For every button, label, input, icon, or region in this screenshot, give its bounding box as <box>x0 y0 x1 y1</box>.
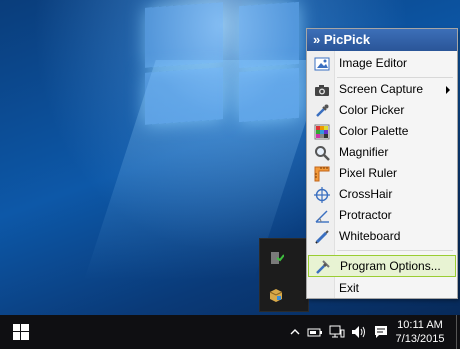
menu-item-pixel-ruler[interactable]: Pixel Ruler <box>308 163 456 184</box>
ruler-icon <box>314 166 330 182</box>
windows-logo-icon <box>13 324 29 340</box>
wrench-icon <box>316 260 330 274</box>
wallpaper-window-pane <box>145 67 223 125</box>
menu-item-label: Exit <box>339 281 360 295</box>
camera-icon <box>315 85 329 96</box>
picpick-context-menu: » PicPick Image Editor Screen Capture Co… <box>306 28 458 299</box>
magnifier-icon <box>315 146 330 161</box>
network-icon[interactable] <box>329 324 345 340</box>
menu-item-protractor[interactable]: Protractor <box>308 205 456 226</box>
menu-item-label: Program Options... <box>340 259 441 273</box>
volume-icon[interactable] <box>351 324 367 340</box>
menu-item-crosshair[interactable]: CrossHair <box>308 184 456 205</box>
menu-item-label: Whiteboard <box>339 229 401 243</box>
palette-icon <box>314 124 330 140</box>
menu-item-color-picker[interactable]: Color Picker <box>308 100 456 121</box>
chevron-up-icon[interactable] <box>287 324 303 340</box>
start-button[interactable] <box>0 315 42 349</box>
security-shield-icon[interactable] <box>268 251 284 267</box>
menu-item-image-editor[interactable]: Image Editor <box>308 53 456 74</box>
taskbar: 10:11 AM 7/13/2015 <box>0 315 460 349</box>
clock-time: 10:11 AM <box>397 319 443 331</box>
menu-item-label: Pixel Ruler <box>339 166 398 180</box>
clock-date: 7/13/2015 <box>395 333 445 345</box>
eyedropper-icon <box>316 104 329 117</box>
menu-item-label: Screen Capture <box>339 82 424 96</box>
tray-overflow-flyout <box>259 238 309 312</box>
whiteboard-pen-icon <box>315 230 329 244</box>
menu-title: » PicPick <box>307 29 457 51</box>
menu-item-label: Color Picker <box>339 103 405 117</box>
wallpaper-window-pane <box>239 1 299 69</box>
menu-item-program-options[interactable]: Program Options... <box>308 255 456 277</box>
menu-separator <box>337 250 453 251</box>
menu-item-exit[interactable]: Exit <box>308 278 456 299</box>
show-desktop-button[interactable] <box>456 315 460 349</box>
protractor-icon <box>315 210 329 223</box>
menu-separator <box>337 77 453 78</box>
menu-item-label: Color Palette <box>339 124 409 138</box>
menu-item-screen-capture[interactable]: Screen Capture <box>308 79 456 100</box>
menu-item-whiteboard[interactable]: Whiteboard <box>308 226 456 247</box>
submenu-arrow-icon <box>446 86 450 94</box>
menu-item-magnifier[interactable]: Magnifier <box>308 142 456 163</box>
menu-item-label: Protractor <box>339 208 392 222</box>
wallpaper-window-pane <box>239 67 299 123</box>
menu-item-label: Image Editor <box>339 56 408 70</box>
action-center-icon[interactable] <box>373 324 389 340</box>
battery-icon[interactable] <box>307 324 323 340</box>
wallpaper-window-pane <box>145 2 223 68</box>
menu-item-label: CrossHair <box>339 187 393 201</box>
image-editor-icon <box>314 57 330 71</box>
crosshair-icon <box>314 187 330 203</box>
package-icon[interactable] <box>268 287 284 303</box>
system-clock[interactable]: 10:11 AM 7/13/2015 <box>394 318 446 346</box>
menu-item-label: Magnifier <box>339 145 389 159</box>
menu-item-color-palette[interactable]: Color Palette <box>308 121 456 142</box>
